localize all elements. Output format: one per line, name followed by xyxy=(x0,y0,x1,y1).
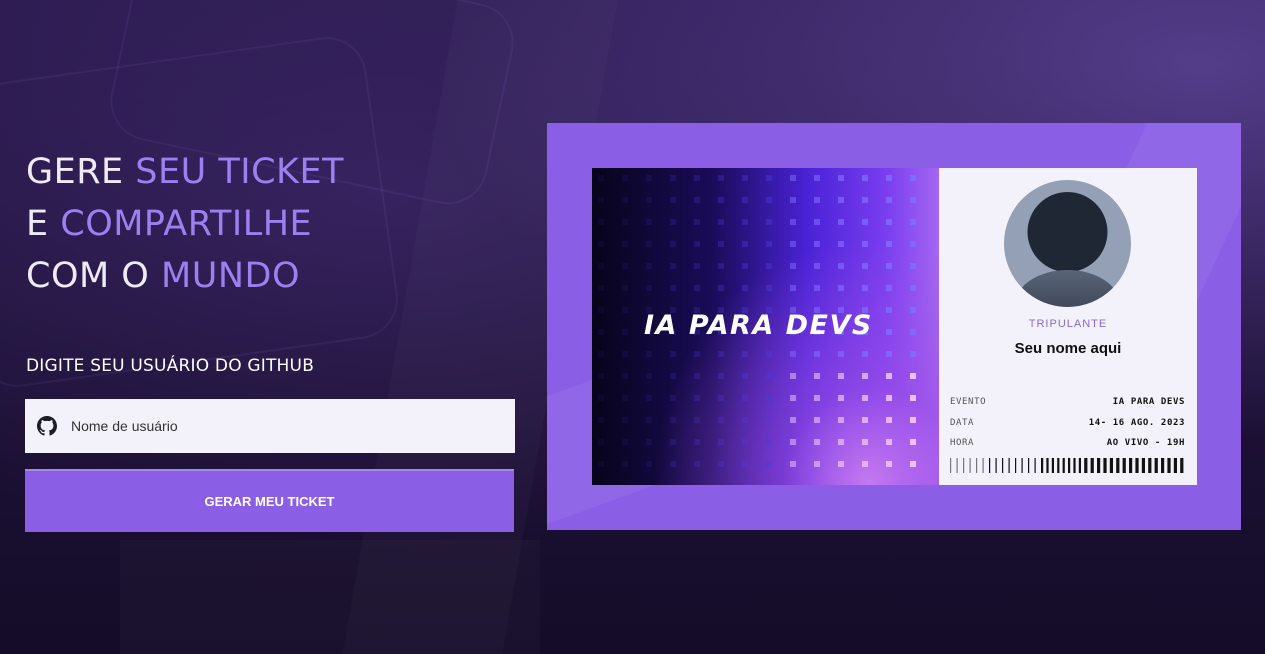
ticket-info-panel: TRIPULANTE Seu nome aqui EVENTO IA PARA … xyxy=(939,168,1197,485)
role-label: TRIPULANTE xyxy=(1028,318,1108,330)
info-key: HORA xyxy=(950,438,975,448)
headline-text: GERE xyxy=(26,152,136,192)
background-decoration xyxy=(120,540,540,654)
headline-highlight: COMPARTILHE xyxy=(60,204,313,244)
info-value: 14- 16 AGO. 2023 xyxy=(1088,418,1185,428)
info-row-time: HORA AO VIVO - 19H xyxy=(950,438,1185,448)
info-row-event: EVENTO IA PARA DEVS xyxy=(950,397,1185,407)
barcode-icon xyxy=(950,458,1184,473)
info-key: EVENTO xyxy=(950,397,987,407)
headline-text: E xyxy=(26,204,61,244)
headline-highlight: SEU TICKET xyxy=(135,152,344,192)
ticket-brand-panel: IA PARA DEVS xyxy=(592,168,939,485)
info-value: IA PARA DEVS xyxy=(1112,397,1185,407)
generate-ticket-button[interactable]: GERAR MEU TICKET xyxy=(25,469,514,532)
page-headline: GERE SEU TICKET E COMPARTILHE COM O MUND… xyxy=(26,146,344,302)
github-username-input[interactable] xyxy=(69,417,493,435)
headline-text: COM O xyxy=(26,256,161,296)
info-value: AO VIVO - 19H xyxy=(1106,438,1185,448)
github-icon xyxy=(37,416,57,436)
info-key: DATA xyxy=(950,418,975,428)
attendee-name: Seu nome aqui xyxy=(1014,340,1122,357)
github-username-label: DIGITE SEU USUÁRIO DO GITHUB xyxy=(26,356,315,376)
user-avatar-icon xyxy=(1004,180,1131,307)
github-username-field[interactable] xyxy=(25,399,515,453)
ticket-card: IA PARA DEVS TRIPULANTE Seu nome aqui EV… xyxy=(592,168,1197,485)
info-row-date: DATA 14- 16 AGO. 2023 xyxy=(950,418,1185,428)
headline-highlight: MUNDO xyxy=(161,256,300,296)
brand-logo: IA PARA DEVS xyxy=(644,310,873,341)
ticket-preview-frame: IA PARA DEVS TRIPULANTE Seu nome aqui EV… xyxy=(547,123,1241,530)
